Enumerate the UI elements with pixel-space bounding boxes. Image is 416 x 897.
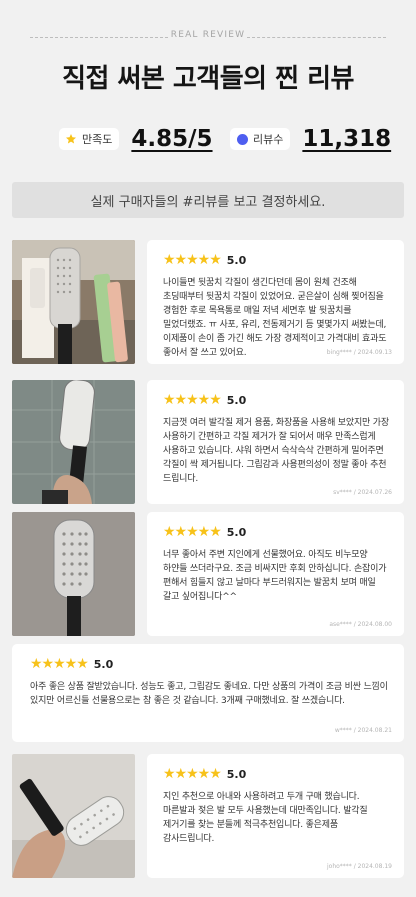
star-icon <box>65 133 77 145</box>
review-count-pill: 리뷰수 <box>230 128 291 150</box>
review-item: ★★★★★ 5.0 아주 좋은 상품 잘받았습니다. 성능도 좋고, 그립감도 … <box>12 644 404 742</box>
star-rating-icon: ★★★★★ <box>163 392 222 408</box>
satisfaction-label: 만족도 <box>82 133 113 146</box>
page-title: 직접 써본 고객들의 찐 리뷰 <box>62 64 354 94</box>
review-item: ★★★★★ 5.0 나이들면 뒷꿈치 각질이 생긴다던데 몸이 원체 건조해 초… <box>12 240 404 364</box>
rating: ★★★★★ 5.0 <box>30 656 390 672</box>
review-card: ★★★★★ 5.0 지인 추천으로 아내와 사용하려고 두개 구매 했습니다. … <box>147 754 404 878</box>
review-photo <box>12 240 135 364</box>
rating-score: 5.0 <box>226 525 247 539</box>
review-banner: 실제 구매자들의 #리뷰를 보고 결정하세요. <box>12 182 404 218</box>
rating: ★★★★★ 5.0 <box>163 252 390 268</box>
review-photo <box>12 754 135 878</box>
review-text: 지인 추천으로 아내와 사용하려고 두개 구매 했습니다. 마른발과 젖은 발 … <box>163 792 368 844</box>
review-meta: ase**** / 2024.08.00 <box>329 621 392 628</box>
review-text: 너무 좋아서 주변 지인에게 선물했어요. 아직도 비누모양 하얀들 쓰더라구요… <box>163 550 387 602</box>
rating: ★★★★★ 5.0 <box>163 524 390 540</box>
star-rating-icon: ★★★★★ <box>30 656 89 672</box>
review-item: ★★★★★ 5.0 너무 좋아서 주변 지인에게 선물했어요. 아직도 비누모양… <box>12 512 404 636</box>
section-eyebrow: REAL REVIEW <box>170 30 246 40</box>
rating-score: 5.0 <box>93 657 114 671</box>
review-photo <box>12 380 135 504</box>
satisfaction-pill: 만족도 <box>59 128 120 150</box>
review-photo <box>12 512 135 636</box>
review-count-value: 11,318 <box>302 126 392 152</box>
review-card: ★★★★★ 5.0 아주 좋은 상품 잘받았습니다. 성능도 좋고, 그립감도 … <box>12 644 404 742</box>
review-meta: w**** / 2024.08.21 <box>334 727 392 734</box>
review-item: ★★★★★ 5.0 지금껏 여러 발각질 제거 용품, 화장품을 사용해 보았지… <box>12 380 404 504</box>
review-item: ★★★★★ 5.0 지인 추천으로 아내와 사용하려고 두개 구매 했습니다. … <box>12 754 404 878</box>
review-meta: bing**** / 2024.09.13 <box>326 349 392 356</box>
dot-icon <box>236 133 248 145</box>
review-text: 지금껏 여러 발각질 제거 용품, 화장품을 사용해 보았지만 가장 사용하기 … <box>163 418 389 484</box>
review-meta: sv**** / 2024.07.26 <box>333 489 392 496</box>
review-text: 나이들면 뒷꿈치 각질이 생긴다던데 몸이 원체 건조해 초딩때부터 뒷꿈치 각… <box>163 278 387 358</box>
review-count-stat: 리뷰수 11,318 <box>230 126 391 152</box>
review-card: ★★★★★ 5.0 너무 좋아서 주변 지인에게 선물했어요. 아직도 비누모양… <box>147 512 404 636</box>
review-meta: joho**** / 2024.08.19 <box>326 863 392 870</box>
star-rating-icon: ★★★★★ <box>163 252 222 268</box>
rating-score: 5.0 <box>226 767 247 781</box>
rating-score: 5.0 <box>226 393 247 407</box>
rating: ★★★★★ 5.0 <box>163 766 390 782</box>
star-rating-icon: ★★★★★ <box>163 766 222 782</box>
review-card: ★★★★★ 5.0 나이들면 뒷꿈치 각질이 생긴다던데 몸이 원체 건조해 초… <box>147 240 404 364</box>
star-rating-icon: ★★★★★ <box>163 524 222 540</box>
rating-score: 5.0 <box>226 253 247 267</box>
review-count-label: 리뷰수 <box>253 133 284 146</box>
review-card: ★★★★★ 5.0 지금껏 여러 발각질 제거 용품, 화장품을 사용해 보았지… <box>147 380 404 504</box>
rating: ★★★★★ 5.0 <box>163 392 390 408</box>
satisfaction-value: 4.85/5 <box>131 126 213 152</box>
header-rule-right <box>247 37 386 38</box>
satisfaction-stat: 만족도 4.85/5 <box>59 126 213 152</box>
review-text: 아주 좋은 상품 잘받았습니다. 성능도 좋고, 그립감도 좋네요. 다만 상품… <box>30 682 388 706</box>
